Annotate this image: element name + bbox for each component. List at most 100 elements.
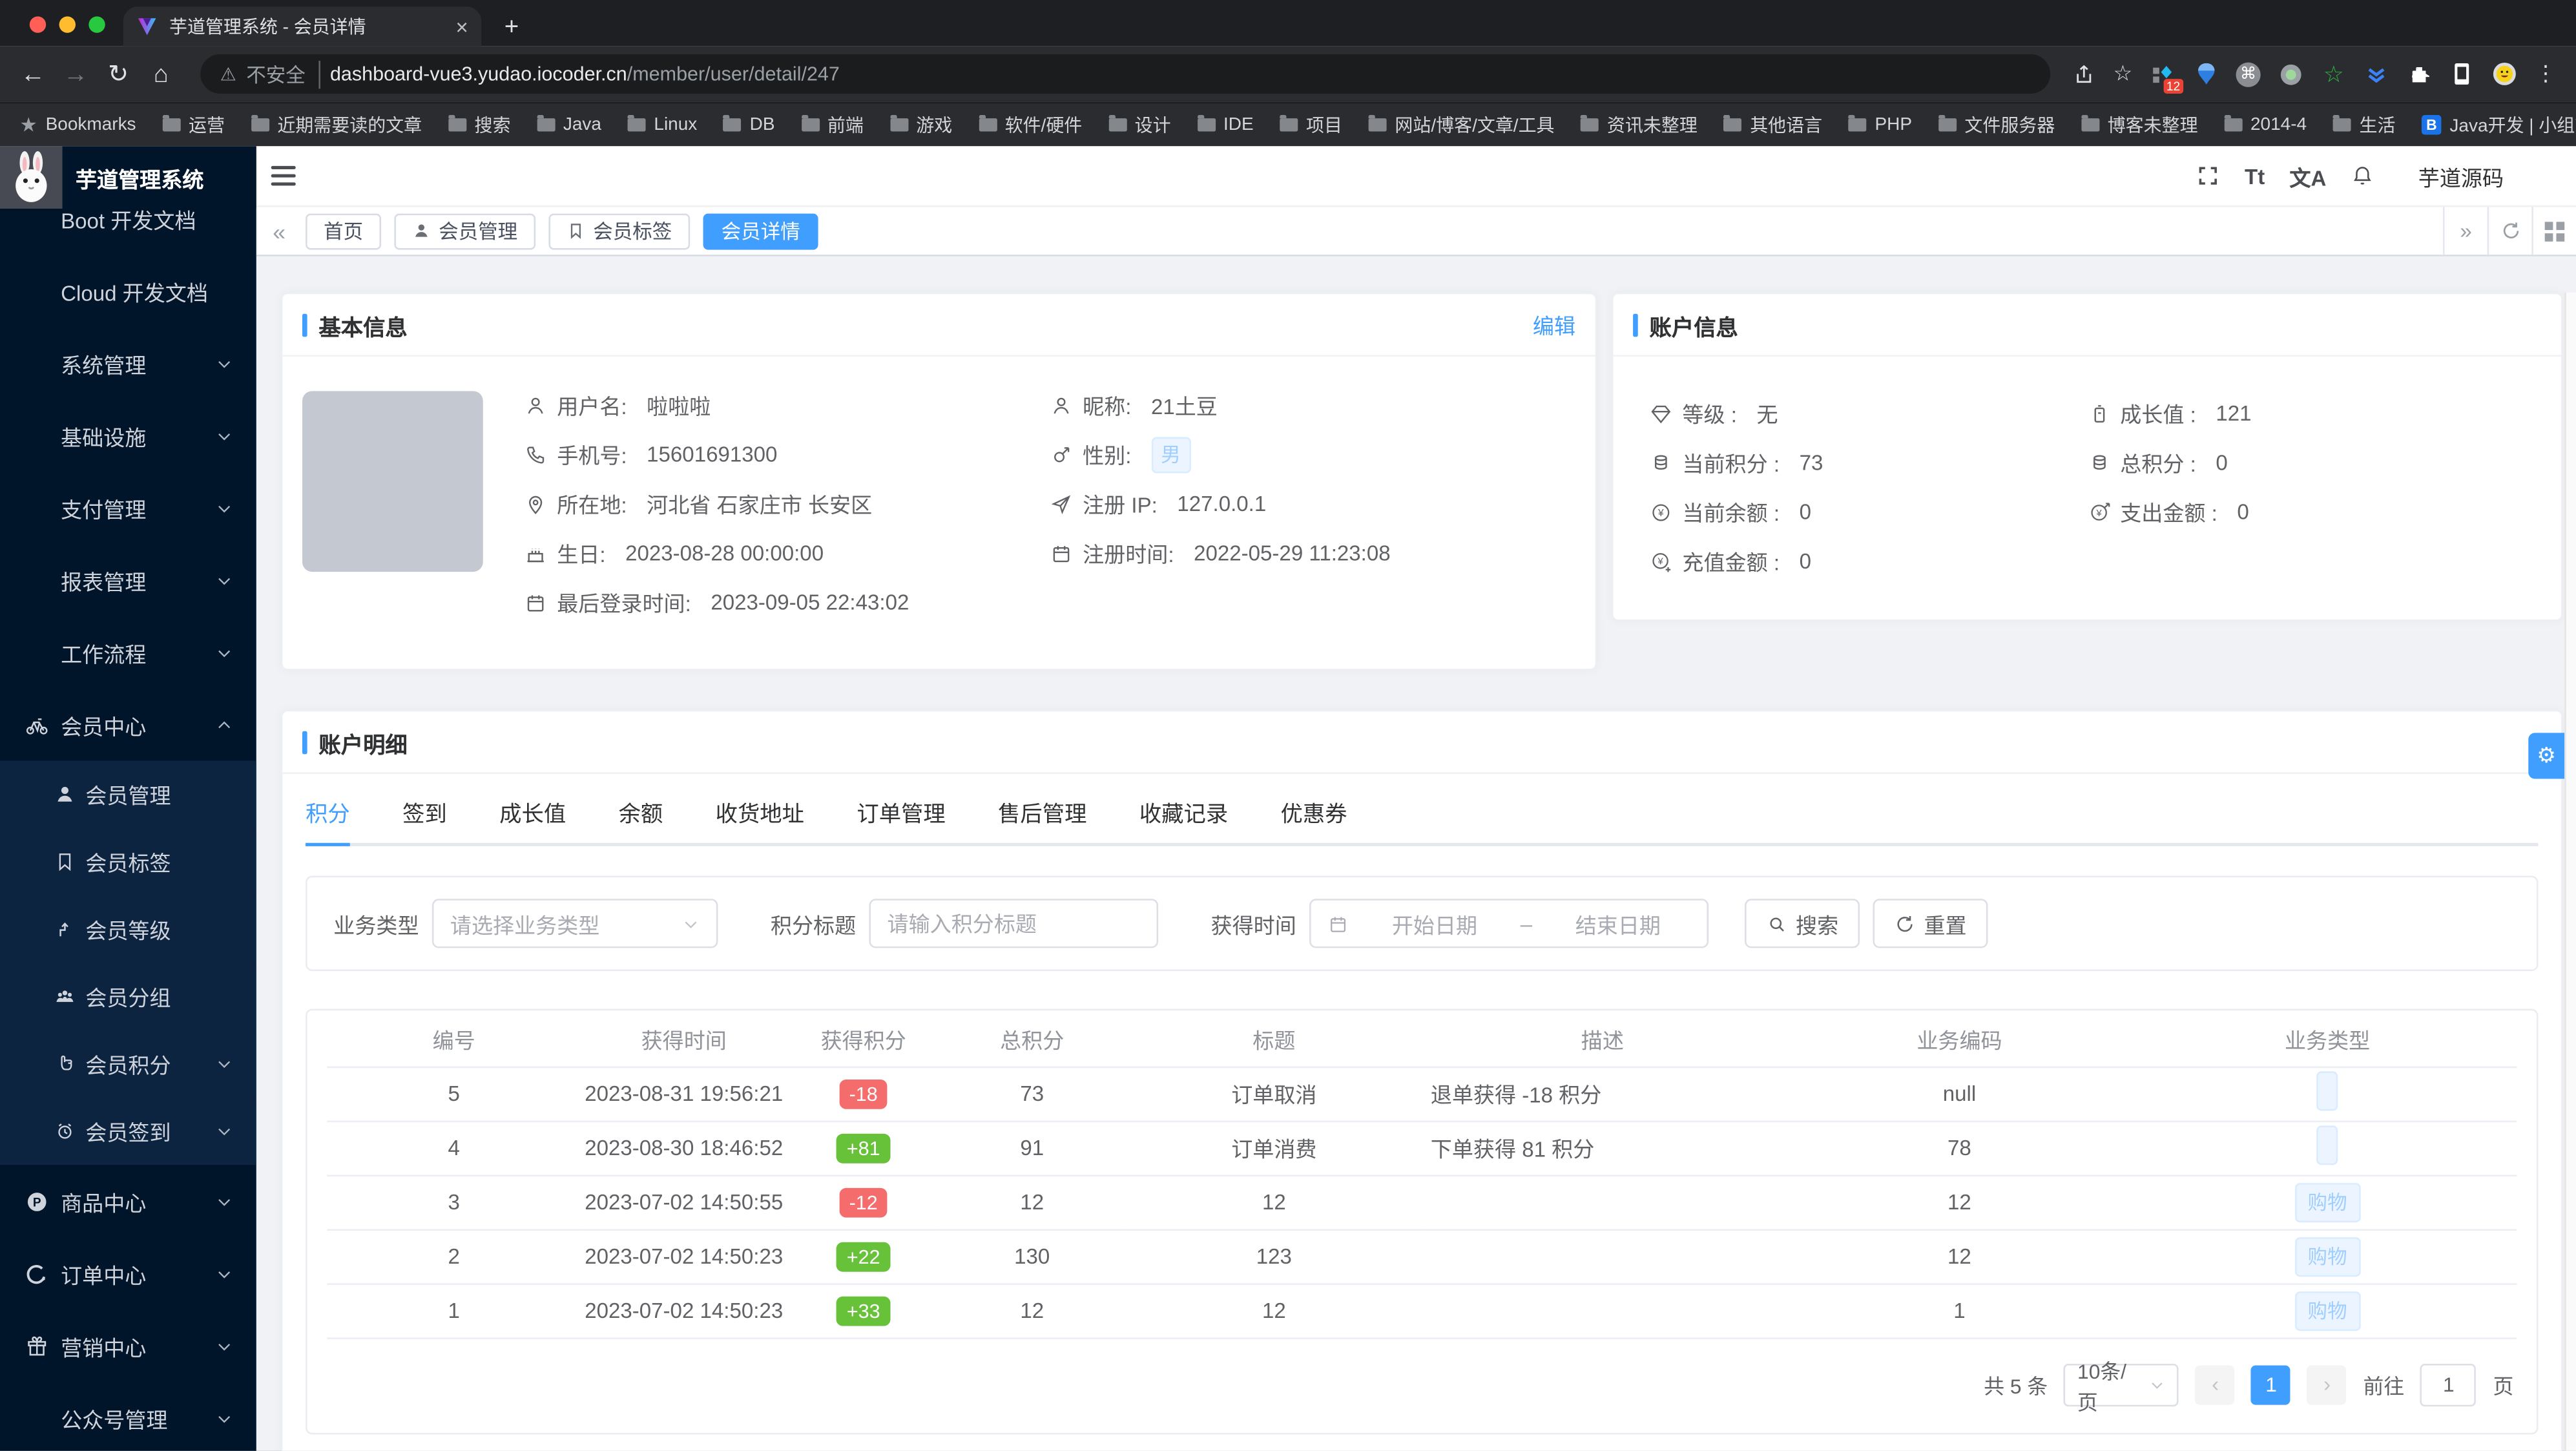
end-date-placeholder[interactable]: 结束日期 [1545, 908, 1690, 939]
profile-avatar[interactable] [2492, 61, 2517, 86]
page-size-select[interactable]: 10条/页 [2064, 1360, 2179, 1414]
table-row[interactable]: 4 2023-08-30 18:46:52 +81 91 订单消费 下单获得 8… [327, 1120, 2517, 1176]
tab-member-manage[interactable]: 会员管理 [394, 213, 536, 249]
tab-balance[interactable]: 余额 [619, 795, 663, 843]
tab-orders[interactable]: 订单管理 [857, 795, 945, 843]
sidebar-item-official-account[interactable]: 公众号管理 [0, 1382, 256, 1451]
reload-button[interactable]: ↻ [102, 59, 135, 89]
date-range-picker[interactable]: 开始日期 – 结束日期 [1309, 899, 1709, 948]
biz-type-select[interactable]: 请选择业务类型 [431, 899, 718, 948]
sidebar-item-member-level[interactable]: 会员等级 [0, 895, 256, 963]
table-row[interactable]: 3 2023-07-02 14:50:55 -12 12 12 12 购物 [327, 1174, 2517, 1230]
bookmark-item-java[interactable]: BJava开发 | 小组首... [2422, 112, 2576, 138]
bookmark-folder[interactable]: DB [723, 115, 775, 135]
bookmark-folder[interactable]: 项目 [1280, 112, 1342, 138]
sidebar-item-member-signin[interactable]: 会员签到 [0, 1097, 256, 1165]
tab-aftersale[interactable]: 售后管理 [998, 795, 1086, 843]
sidebar-item-pay[interactable]: 支付管理 [0, 472, 256, 544]
table-row[interactable]: 5 2023-08-31 19:56:21 -18 73 订单取消 退单获得 -… [327, 1066, 2517, 1122]
bookmark-folder[interactable]: 近期需要读的文章 [251, 112, 422, 138]
tab-points[interactable]: 积分 [306, 795, 350, 846]
bookmark-folder[interactable]: 网站/博客/文章/工具 [1368, 112, 1555, 138]
bookmark-folder[interactable]: 搜索 [448, 112, 510, 138]
table-row[interactable]: 2 2023-07-02 14:50:23 +22 130 123 12 购物 [327, 1229, 2517, 1284]
bookmarks-root[interactable]: ★ Bookmarks [20, 113, 136, 136]
sidebar-item-member-group[interactable]: 会员分组 [0, 963, 256, 1030]
sidebar-item-member-center[interactable]: 会员中心 [0, 689, 256, 761]
browser-tab[interactable]: 芋道管理系统 - 会员详情 × [123, 6, 482, 47]
settings-gear-button[interactable]: ⚙ [2528, 733, 2565, 779]
extensions-puzzle-icon[interactable] [2407, 61, 2431, 86]
tab-signin[interactable]: 签到 [402, 795, 447, 843]
bookmark-folder[interactable]: 设计 [1108, 112, 1171, 138]
table-row[interactable]: 1 2023-07-02 14:50:23 +33 12 12 1 购物 [327, 1283, 2517, 1339]
share-icon[interactable] [2074, 63, 2095, 85]
home-button[interactable]: ⌂ [145, 60, 178, 88]
sidebar-item-marketing-center[interactable]: 营销中心 [0, 1310, 256, 1382]
bookmark-star-icon[interactable]: ☆ [2114, 61, 2133, 87]
bookmark-folder[interactable]: 资讯未整理 [1581, 112, 1698, 138]
extension-chevrons-icon[interactable] [2364, 61, 2389, 86]
language-icon[interactable]: 文A [2289, 160, 2326, 191]
app-logo[interactable]: 芋道管理系统 [0, 146, 256, 209]
zoom-window-button[interactable] [88, 16, 105, 33]
edit-button[interactable]: 编辑 [1533, 309, 1575, 340]
bookmark-folder[interactable]: Linux [627, 115, 697, 135]
tab-member-detail[interactable]: 会员详情 [703, 213, 818, 249]
browser-menu-icon[interactable]: ⋮ [2535, 61, 2556, 87]
sidebar-item-report[interactable]: 报表管理 [0, 544, 256, 616]
minimize-window-button[interactable] [59, 16, 76, 33]
page-scrollbar[interactable] [2564, 292, 2576, 1451]
new-tab-button[interactable]: + [504, 13, 519, 41]
reset-button[interactable]: 重置 [1873, 899, 1988, 948]
extension-balloon-icon[interactable] [2193, 61, 2218, 86]
prev-page-button[interactable]: ‹ [2196, 1364, 2236, 1404]
window-controls[interactable] [29, 16, 105, 33]
start-date-placeholder[interactable]: 开始日期 [1362, 908, 1508, 939]
sidebar-item-cloud-docs[interactable]: Cloud 开发文档 [0, 255, 256, 327]
bookmark-folder[interactable]: IDE [1197, 115, 1254, 135]
scroll-right-icon[interactable]: » [2442, 207, 2488, 255]
font-size-icon[interactable]: Tt [2245, 163, 2265, 188]
search-button[interactable]: 搜索 [1745, 899, 1860, 948]
tab-close-icon[interactable]: × [456, 16, 468, 37]
tab-coupons[interactable]: 优惠券 [1281, 795, 1347, 843]
refresh-page-icon[interactable] [2487, 207, 2532, 255]
bookmark-folder[interactable]: 前端 [801, 112, 864, 138]
security-label[interactable]: 不安全 [246, 59, 320, 89]
bookmark-folder[interactable]: 运营 [162, 112, 225, 138]
tab-member-tag[interactable]: 会员标签 [548, 213, 691, 249]
fullscreen-icon[interactable] [2197, 164, 2220, 187]
extension-diamond-icon[interactable]: 12 [2150, 61, 2184, 93]
menu-fold-icon[interactable] [271, 165, 296, 186]
back-button[interactable]: ← [16, 60, 49, 88]
bookmark-folder[interactable]: PHP [1848, 115, 1912, 135]
points-title-input[interactable] [871, 900, 1157, 946]
bookmark-folder[interactable]: 游戏 [889, 112, 952, 138]
sidebar-item-member-tag[interactable]: 会员标签 [0, 828, 256, 896]
sidebar-item-product-center[interactable]: P 商品中心 [0, 1165, 256, 1237]
close-window-button[interactable] [29, 16, 47, 33]
bookmark-folder[interactable]: 软件/硬件 [978, 112, 1082, 138]
goto-page-input[interactable] [2420, 1362, 2477, 1406]
current-user[interactable]: 芋道源码 [2418, 160, 2504, 191]
tab-growth[interactable]: 成长值 [499, 795, 566, 843]
sidebar-item-infra[interactable]: 基础设施 [0, 399, 256, 472]
address-bar[interactable]: ⚠ 不安全 dashboard-vue3.yudao.iocoder.cn/me… [200, 54, 2051, 94]
extension-command-icon[interactable]: ⌘ [2236, 61, 2261, 87]
next-page-button[interactable]: › [2307, 1364, 2347, 1404]
layout-grid-icon[interactable] [2531, 207, 2576, 255]
extension-record-icon[interactable] [2279, 61, 2303, 86]
sidebar-item-member-manage[interactable]: 会员管理 [0, 760, 256, 828]
current-page[interactable]: 1 [2251, 1364, 2291, 1404]
bookmark-folder[interactable]: 文件服务器 [1938, 112, 2055, 138]
scroll-left-icon[interactable]: « [273, 218, 306, 244]
tab-favorites[interactable]: 收藏记录 [1139, 795, 1228, 843]
sidebar-item-workflow[interactable]: 工作流程 [0, 616, 256, 689]
bookmark-folder[interactable]: 博客未整理 [2081, 112, 2198, 138]
sidebar-item-member-points[interactable]: 会员积分 [0, 1030, 256, 1098]
bookmark-folder[interactable]: 其他语言 [1723, 112, 1822, 138]
tab-address[interactable]: 收货地址 [716, 795, 804, 843]
extension-star-icon[interactable]: ☆ [2322, 60, 2346, 87]
bookmark-folder[interactable]: 2014-4 [2224, 115, 2307, 135]
